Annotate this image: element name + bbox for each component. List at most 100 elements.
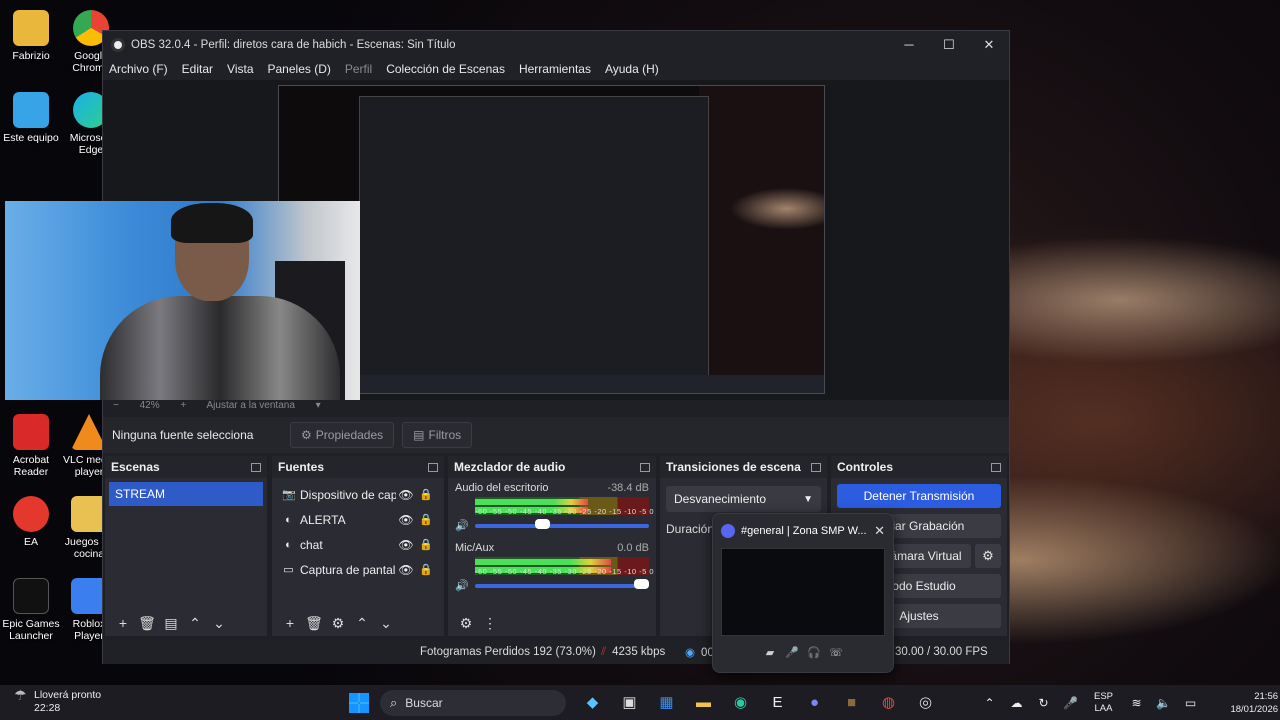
microphone-icon[interactable]: 🎤 [781, 646, 803, 659]
task-view-icon[interactable]: ▣ [611, 691, 648, 715]
lock-icon[interactable]: 🔒 [416, 513, 436, 526]
sources-footer: + 🗑 ⚙ ⌃ ⌄ [272, 610, 444, 636]
add-icon[interactable]: + [278, 615, 302, 631]
properties-button[interactable]: ⚙ Propiedades [290, 422, 395, 448]
sources-dock-header: Fuentes [272, 456, 444, 478]
volume-slider[interactable] [475, 518, 649, 529]
edge-icon[interactable]: ◉ [722, 691, 759, 715]
computer-icon [13, 92, 49, 128]
chrome-icon[interactable]: ◍ [870, 691, 907, 715]
program-preview[interactable] [278, 85, 825, 394]
menu-ayuda[interactable]: Ayuda (H) [605, 62, 659, 76]
minimize-button[interactable]: ─ [889, 37, 929, 53]
speaker-icon[interactable]: 🔊 [455, 579, 475, 592]
meter-scale: -60 -55 -50 -45 -40 -35 -30 -25 -20 -15 … [475, 567, 655, 576]
arrow-down-icon[interactable]: ⌄ [374, 615, 398, 632]
menu-coleccion-escenas[interactable]: Colección de Escenas [386, 62, 505, 76]
gear-icon[interactable]: ⚙ [454, 615, 478, 632]
eye-icon[interactable]: 👁 [396, 563, 416, 577]
zoom-in-button[interactable]: + [180, 400, 186, 411]
transition-select[interactable]: Desvanecimiento ▼ [666, 486, 821, 512]
undock-icon[interactable] [640, 462, 650, 472]
lock-icon[interactable]: 🔒 [416, 538, 436, 551]
volume-slider[interactable] [475, 578, 649, 589]
volume-knob[interactable] [634, 578, 649, 589]
filter-icon[interactable]: ▤ [159, 615, 183, 632]
volume-knob[interactable] [535, 518, 551, 529]
desktop-icon-ea[interactable]: EA [0, 496, 62, 548]
filters-button[interactable]: ▤ Filtros [402, 422, 473, 448]
speaker-icon[interactable]: 🔊 [455, 519, 475, 532]
stop-stream-button[interactable]: Detener Transmisión [837, 484, 1001, 508]
clock[interactable]: 21:56 18/01/2026 [1218, 690, 1278, 716]
gear-icon[interactable]: ⚙ [975, 544, 1001, 568]
menu-editar[interactable]: Editar [182, 62, 213, 76]
trash-icon[interactable]: 🗑 [135, 615, 159, 632]
obs-icon[interactable]: ◎ [907, 691, 944, 715]
discord-icon[interactable]: ● [796, 691, 833, 715]
menu-paneles[interactable]: Paneles (D) [268, 62, 331, 76]
store-icon[interactable]: ▦ [648, 691, 685, 715]
close-button[interactable]: ✕ [969, 37, 1009, 53]
undock-icon[interactable] [991, 462, 1001, 472]
arrow-down-icon[interactable]: ⌄ [207, 615, 231, 632]
chevron-up-icon[interactable]: ⌃ [976, 696, 1003, 710]
source-item[interactable]: ◐ ALERTA 👁 🔒 [272, 507, 444, 532]
search-box[interactable]: ⌕ Buscar [380, 690, 566, 716]
volume-icon[interactable]: 🔈 [1150, 696, 1177, 710]
desktop-icon-epic[interactable]: Epic Games Launcher [0, 578, 62, 642]
weather-widget[interactable]: ☂ Lloverá pronto 22:28 [14, 688, 101, 715]
microphone-icon[interactable]: 🎤 [1057, 696, 1084, 710]
zoom-out-button[interactable]: − [113, 400, 119, 411]
undock-icon[interactable] [428, 462, 438, 472]
source-item[interactable]: ◐ chat 👁 🔒 [272, 532, 444, 557]
battery-icon[interactable]: ▭ [1177, 696, 1204, 710]
close-icon[interactable]: ✕ [874, 523, 885, 539]
epic-games-icon[interactable]: E [759, 691, 796, 715]
gear-icon[interactable]: ⚙ [326, 615, 350, 632]
eye-icon[interactable]: 👁 [396, 488, 416, 502]
file-explorer-icon[interactable]: ▬ [685, 691, 722, 715]
mixer-footer: ⚙ ⋮ [448, 610, 656, 636]
scene-item-stream[interactable]: STREAM [109, 482, 263, 506]
more-icon[interactable]: ⋮ [478, 615, 502, 632]
source-item[interactable]: 📷 Dispositivo de capt 👁 🔒 [272, 482, 444, 507]
zoom-fit-select[interactable]: Ajustar a la ventana [207, 400, 295, 411]
menu-vista[interactable]: Vista [227, 62, 253, 76]
menu-herramientas[interactable]: Herramientas [519, 62, 591, 76]
menu-perfil[interactable]: Perfil [345, 62, 372, 76]
desktop-icon-este-equipo[interactable]: Este equipo [0, 92, 62, 144]
language-indicator[interactable]: ESP LAA [1094, 691, 1113, 715]
title-bar[interactable]: OBS 32.0.4 - Perfil: diretos cara de hab… [103, 31, 1009, 58]
disconnect-icon[interactable]: ☏ [825, 646, 847, 659]
maximize-button[interactable]: ☐ [929, 37, 969, 53]
cloud-icon[interactable]: ☁ [1003, 696, 1030, 710]
undock-icon[interactable] [811, 462, 821, 472]
source-item[interactable]: ▭ Captura de pantall 👁 🔒 [272, 557, 444, 582]
undock-icon[interactable] [251, 462, 261, 472]
start-button[interactable] [349, 693, 369, 713]
headphones-icon[interactable]: 🎧 [803, 646, 825, 659]
discord-preview-popup[interactable]: #general | Zona SMP W... ✕ ▰ 🎤 🎧 ☏ [712, 513, 894, 673]
desktop-icon-acrobat[interactable]: Acrobat Reader [0, 414, 62, 478]
lock-icon[interactable]: 🔒 [416, 488, 436, 501]
arrow-up-icon[interactable]: ⌃ [350, 615, 374, 632]
lock-icon[interactable]: 🔒 [416, 563, 436, 576]
add-icon[interactable]: + [111, 615, 135, 631]
zoom-level: 42% [139, 400, 160, 411]
eye-icon[interactable]: 👁 [396, 513, 416, 527]
copilot-icon[interactable]: ◆ [574, 691, 611, 715]
window-thumbnail[interactable] [721, 548, 885, 636]
bitrate: ⫽ 4235 kbps [601, 645, 666, 658]
camera-icon[interactable]: ▰ [759, 646, 781, 659]
menu-archivo[interactable]: Archivo (F) [109, 62, 168, 76]
desktop-icon-fabrizio[interactable]: Fabrizio [0, 10, 62, 62]
arrow-up-icon[interactable]: ⌃ [183, 615, 207, 632]
eye-icon[interactable]: 👁 [396, 538, 416, 552]
sync-icon[interactable]: ↻ [1030, 696, 1057, 710]
minecraft-icon[interactable]: ■ [833, 691, 870, 715]
channel-name: Audio del escritorio [455, 482, 549, 494]
trash-icon[interactable]: 🗑 [302, 615, 326, 632]
wifi-icon[interactable]: ≋ [1123, 696, 1150, 710]
chevron-down-icon[interactable]: ▾ [316, 400, 321, 411]
